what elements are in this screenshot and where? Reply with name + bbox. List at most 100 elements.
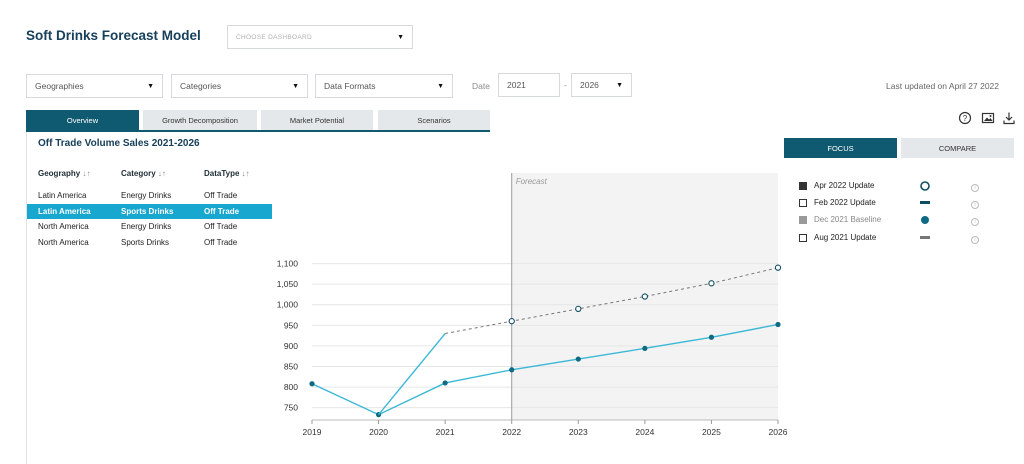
y-tick-label: 750	[284, 403, 298, 413]
date-from-value: 2021	[507, 80, 526, 90]
dash-marker-icon	[920, 236, 930, 239]
cell-category: Energy Drinks	[121, 191, 172, 200]
panel-border	[26, 132, 27, 464]
y-tick-label: 1,050	[277, 279, 299, 289]
line-chart: 750 800 850 900 950 1,000 1,050 1,100 2019 2020 20…	[277, 173, 788, 437]
download-icon[interactable]	[1002, 111, 1016, 125]
filled-circle-marker-icon	[921, 216, 929, 224]
legend-item-feb-2022[interactable]: Feb 2022 Update	[799, 198, 876, 207]
y-tick-label: 900	[284, 341, 298, 351]
tab-overview[interactable]: Overview	[26, 110, 139, 130]
cell-category: Energy Drinks	[121, 222, 172, 231]
geographies-label: Geographies	[35, 81, 84, 91]
dash-marker-icon	[920, 201, 930, 204]
chevron-down-icon: ▼	[616, 81, 623, 89]
tab-label: COMPARE	[938, 143, 977, 153]
tabs-underline	[26, 130, 490, 132]
date-label: Date	[472, 81, 490, 91]
date-to-value: 2026	[580, 80, 599, 90]
y-tick-label: 1,100	[277, 259, 299, 269]
help-icon[interactable]: ?	[958, 111, 972, 125]
legend-item-apr-2022[interactable]: Apr 2022 Update	[799, 181, 875, 190]
x-tick-label: 2021	[436, 427, 455, 437]
categories-label: Categories	[180, 81, 222, 91]
info-icon[interactable]: i	[971, 184, 979, 192]
legend-label: Apr 2022 Update	[814, 181, 875, 190]
tab-label: Overview	[66, 115, 99, 125]
data-point	[508, 318, 515, 325]
panel-title: Off Trade Volume Sales 2021-2026	[38, 138, 200, 149]
y-tick-label: 1,000	[277, 300, 299, 310]
x-tick-label: 2023	[569, 427, 588, 437]
info-icon[interactable]: i	[971, 236, 979, 244]
data-point	[708, 280, 715, 287]
sort-icon[interactable]: ↓↑	[158, 169, 166, 178]
legend-label: Dec 2021 Baseline	[814, 215, 882, 224]
legend-label: Aug 2021 Update	[814, 233, 877, 242]
column-label: Category	[121, 169, 156, 178]
table-row[interactable]: Latin America Energy Drinks Off Trade	[26, 188, 272, 203]
chevron-down-icon: ▼	[397, 33, 404, 41]
y-tick-label: 850	[284, 361, 298, 371]
cell-datatype: Off Trade	[204, 238, 238, 247]
x-tick-label: 2022	[502, 427, 521, 437]
categories-dropdown[interactable]: Categories ▼	[171, 74, 308, 98]
legend-label: Feb 2022 Update	[814, 198, 876, 207]
tab-label: Scenarios	[417, 115, 451, 125]
cell-datatype: Off Trade	[204, 191, 238, 200]
cell-geography: Latin America	[38, 207, 91, 216]
sort-icon[interactable]: ↓↑	[242, 169, 250, 178]
checkbox[interactable]	[799, 198, 807, 207]
tab-scenarios[interactable]: Scenarios	[378, 110, 490, 130]
table-row[interactable]: North America Energy Drinks Off Trade	[26, 219, 272, 234]
cell-category: Sports Drinks	[121, 238, 170, 247]
data-point	[775, 321, 781, 328]
info-icon[interactable]: i	[971, 201, 979, 209]
data-formats-label: Data Formats	[324, 81, 376, 91]
tab-growth-decomposition[interactable]: Growth Decomposition	[143, 110, 257, 130]
data-point	[575, 305, 582, 312]
tab-focus[interactable]: FOCUS	[784, 138, 897, 158]
column-header-category[interactable]: Category ↓↑	[121, 169, 166, 178]
chevron-down-icon: ▼	[437, 82, 444, 90]
legend-item-aug-2021[interactable]: Aug 2021 Update	[799, 233, 876, 242]
data-point	[509, 367, 515, 373]
column-label: Geography	[38, 169, 81, 178]
column-header-datatype[interactable]: DataType ↓↑	[204, 169, 250, 178]
x-tick-label: 2025	[702, 427, 721, 437]
info-icon[interactable]: i	[971, 218, 979, 226]
tab-compare[interactable]: COMPARE	[901, 138, 1014, 158]
image-icon[interactable]	[981, 111, 995, 125]
tab-label: FOCUS	[827, 143, 854, 153]
cell-geography: Latin America	[38, 191, 87, 200]
table-row-selected[interactable]: Latin America Sports Drinks Off Trade	[26, 204, 272, 219]
legend-item-dec-2021[interactable]: Dec 2021 Baseline	[799, 215, 881, 224]
y-tick-label: 950	[284, 320, 298, 330]
tab-label: Growth Decomposition	[162, 115, 238, 125]
cell-geography: North America	[38, 222, 89, 231]
svg-text:?: ?	[963, 114, 968, 123]
data-point	[774, 264, 782, 271]
tab-market-potential[interactable]: Market Potential	[261, 110, 373, 130]
geographies-dropdown[interactable]: Geographies ▼	[26, 74, 163, 98]
last-updated-text: Last updated on April 27 2022	[886, 81, 999, 91]
checkbox[interactable]	[799, 215, 807, 224]
data-formats-dropdown[interactable]: Data Formats ▼	[315, 74, 453, 98]
cell-datatype: Off Trade	[204, 207, 240, 216]
page-title: Soft Drinks Forecast Model	[26, 28, 201, 43]
cell-category: Sports Drinks	[121, 207, 174, 216]
data-point	[641, 293, 649, 300]
sort-icon[interactable]: ↓↑	[82, 169, 90, 178]
choose-dashboard-dropdown[interactable]: CHOOSE DASHBOARD ▼	[227, 25, 413, 49]
checkbox[interactable]	[799, 181, 807, 190]
date-separator: -	[564, 80, 567, 90]
forecast-annotation: Forecast	[516, 177, 548, 186]
date-to-dropdown[interactable]: 2026 ▼	[571, 73, 632, 97]
tab-label: Market Potential	[289, 115, 345, 125]
checkbox[interactable]	[799, 233, 807, 242]
column-header-geography[interactable]: Geography ↓↑	[38, 169, 90, 178]
date-from-field[interactable]: 2021	[498, 73, 560, 97]
data-point	[708, 334, 715, 340]
cell-geography: North America	[38, 238, 89, 247]
table-row[interactable]: North America Sports Drinks Off Trade	[26, 235, 272, 250]
